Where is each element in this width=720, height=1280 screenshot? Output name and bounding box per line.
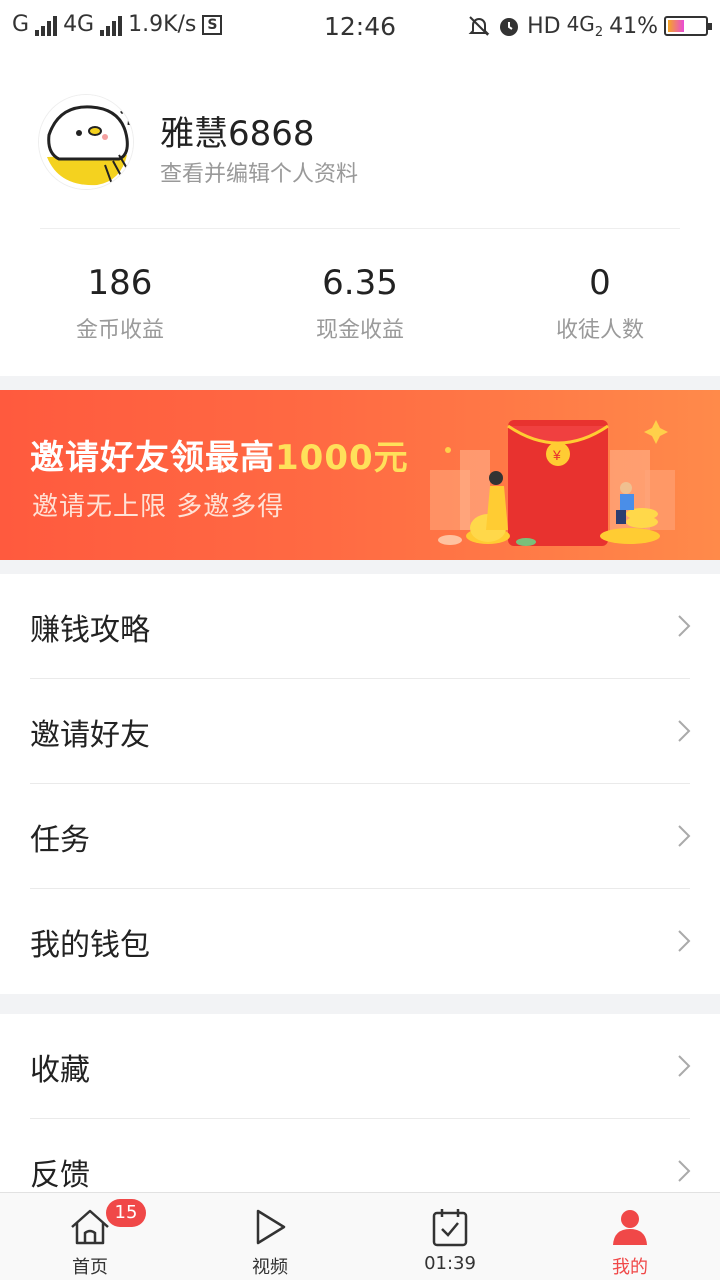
banner-highlight: 1000元 xyxy=(275,438,409,478)
profile-divider xyxy=(40,228,680,229)
menu-label: 反馈 xyxy=(30,1157,90,1193)
chevron-right-icon xyxy=(678,720,691,742)
chevron-right-icon xyxy=(678,1160,691,1182)
tab-me[interactable]: 我的 xyxy=(540,1193,720,1280)
stat-value: 186 xyxy=(87,263,153,303)
battery-icon xyxy=(664,16,712,36)
profile-header[interactable]: 雅慧6868 查看并编辑个人资料 xyxy=(0,52,720,228)
calendar-check-icon xyxy=(432,1209,468,1247)
menu-group-1: 赚钱攻略 邀请好友 任务 我的钱包 xyxy=(0,574,720,994)
bottom-tab-bar: 15 首页 视频 01:39 我的 xyxy=(0,1192,720,1280)
username[interactable]: 雅慧6868 xyxy=(160,106,315,155)
stat-label: 现金收益 xyxy=(315,318,404,343)
hd-label: HD xyxy=(527,13,561,39)
mute-bell-icon xyxy=(468,16,490,36)
tab-label: 我的 xyxy=(612,1257,648,1278)
alarm-icon xyxy=(500,18,519,36)
menu-favorites[interactable]: 收藏 xyxy=(0,1014,720,1119)
battery-percent: 41% xyxy=(609,13,658,39)
person-icon xyxy=(613,1210,647,1245)
stat-apprentices[interactable]: 0 收徒人数 xyxy=(480,262,720,352)
menu-earning-guide[interactable]: 赚钱攻略 xyxy=(0,574,720,679)
menu-label: 任务 xyxy=(30,822,90,858)
home-badge: 15 xyxy=(106,1199,146,1227)
tab-label: 01:39 xyxy=(424,1253,476,1274)
chevron-right-icon xyxy=(678,930,691,952)
banner-title: 邀请好友领最高1000元 xyxy=(30,438,409,478)
section-gap xyxy=(0,376,720,390)
edit-profile-link[interactable]: 查看并编辑个人资料 xyxy=(160,156,358,188)
chevron-right-icon xyxy=(678,1055,691,1077)
play-icon xyxy=(256,1209,286,1245)
section-gap xyxy=(0,560,720,574)
menu-label: 收藏 xyxy=(30,1052,90,1088)
tab-label: 首页 xyxy=(72,1257,108,1278)
stat-cash-earnings[interactable]: 6.35 现金收益 xyxy=(240,262,480,352)
menu-label: 我的钱包 xyxy=(30,927,150,963)
stat-label: 金币收益 xyxy=(75,318,164,343)
banner-subtitle: 邀请无上限 多邀多得 xyxy=(32,492,285,522)
menu-label: 赚钱攻略 xyxy=(30,612,150,648)
stat-value: 0 xyxy=(589,263,611,303)
chevron-right-icon xyxy=(678,825,691,847)
menu-invite-friends[interactable]: 邀请好友 xyxy=(0,679,720,784)
stat-value: 6.35 xyxy=(322,263,398,303)
menu-tasks[interactable]: 任务 xyxy=(0,784,720,889)
chevron-right-icon xyxy=(678,615,691,637)
network-type: 4G2 xyxy=(566,12,604,40)
menu-my-wallet[interactable]: 我的钱包 xyxy=(0,889,720,994)
stats-row: 186 金币收益 6.35 现金收益 0 收徒人数 xyxy=(0,262,720,352)
stat-label: 收徒人数 xyxy=(555,318,644,343)
section-gap xyxy=(0,994,720,1014)
tab-task-timer[interactable]: 01:39 xyxy=(360,1193,540,1280)
menu-label: 邀请好友 xyxy=(30,717,150,753)
red-envelope-illustration: ¥ xyxy=(430,420,675,546)
status-right: HD 4G2 41% xyxy=(467,12,712,40)
svg-text:¥: ¥ xyxy=(552,447,561,463)
status-bar: G 4G 1.9K/s S 12:46 HD 4G2 41% xyxy=(0,0,720,52)
tab-home[interactable]: 15 首页 xyxy=(0,1193,180,1280)
tab-video[interactable]: 视频 xyxy=(180,1193,360,1280)
avatar[interactable] xyxy=(38,94,134,190)
invite-banner[interactable]: 邀请好友领最高1000元 邀请无上限 多邀多得 ¥ xyxy=(0,390,720,560)
avatar-bird-icon xyxy=(39,95,133,189)
tab-label: 视频 xyxy=(252,1257,288,1278)
stat-coin-earnings[interactable]: 186 金币收益 xyxy=(0,262,240,352)
